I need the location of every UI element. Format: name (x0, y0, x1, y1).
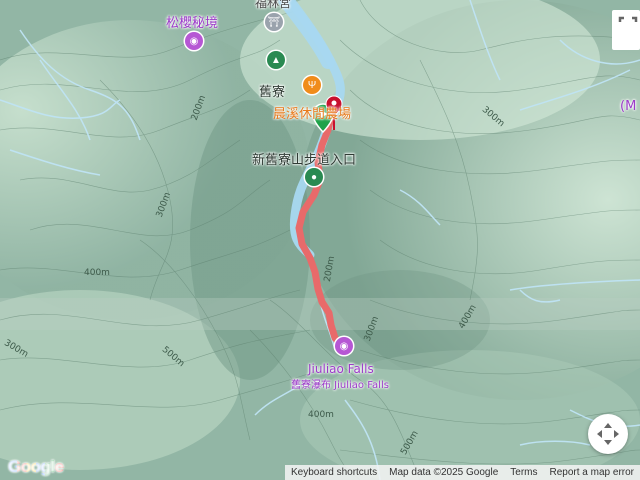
terrain-layer (0, 0, 640, 480)
waterfall-camera-icon[interactable]: ◉ (335, 337, 353, 355)
restaurant-icon[interactable]: Ψ (303, 76, 321, 94)
temple-icon[interactable]: ⛩ (265, 13, 283, 31)
move-arrows-icon (597, 423, 619, 445)
elevation-label: 400m (308, 410, 334, 420)
camera-icon[interactable]: ◉ (185, 32, 203, 50)
label-songying[interactable]: 松櫻秘境 (166, 12, 218, 31)
report-map-error-link[interactable]: Report a map error (544, 467, 640, 478)
label-falls-en[interactable]: Jiuliao Falls (308, 362, 374, 376)
label-falls-full[interactable]: 舊寮瀑布 Jiuliao Falls (291, 376, 389, 391)
tent-icon[interactable]: ▲ (267, 51, 285, 69)
fullscreen-icon (612, 10, 640, 50)
attribution-bar: Keyboard shortcuts Map data ©2025 Google… (284, 465, 640, 480)
keyboard-shortcuts-link[interactable]: Keyboard shortcuts (285, 467, 383, 478)
map-data-attribution: Map data ©2025 Google (389, 467, 499, 478)
label-jiuliao[interactable]: 舊寮 (259, 81, 285, 100)
terms-link[interactable]: Terms (504, 467, 543, 478)
elevation-label: 400m (84, 268, 110, 278)
camera-control-button[interactable] (588, 414, 628, 454)
label-edge-right: (M (620, 99, 637, 114)
google-logo[interactable]: Google (8, 457, 64, 477)
google-logo-text: Google (8, 457, 64, 476)
label-chenxi[interactable]: 晨溪休閒農場 (273, 103, 351, 122)
map-canvas[interactable]: ⛩ ◉ ▲ Ψ ● ◉ 福林宮 松櫻秘境 舊寮 晨溪休閒農場 新舊寮山步道入口 … (0, 0, 640, 480)
label-trailhead[interactable]: 新舊寮山步道入口 (252, 149, 356, 168)
fullscreen-button[interactable] (612, 10, 640, 50)
label-fulin-temple[interactable]: 福林宮 (255, 0, 291, 11)
park-icon[interactable]: ● (305, 168, 323, 186)
